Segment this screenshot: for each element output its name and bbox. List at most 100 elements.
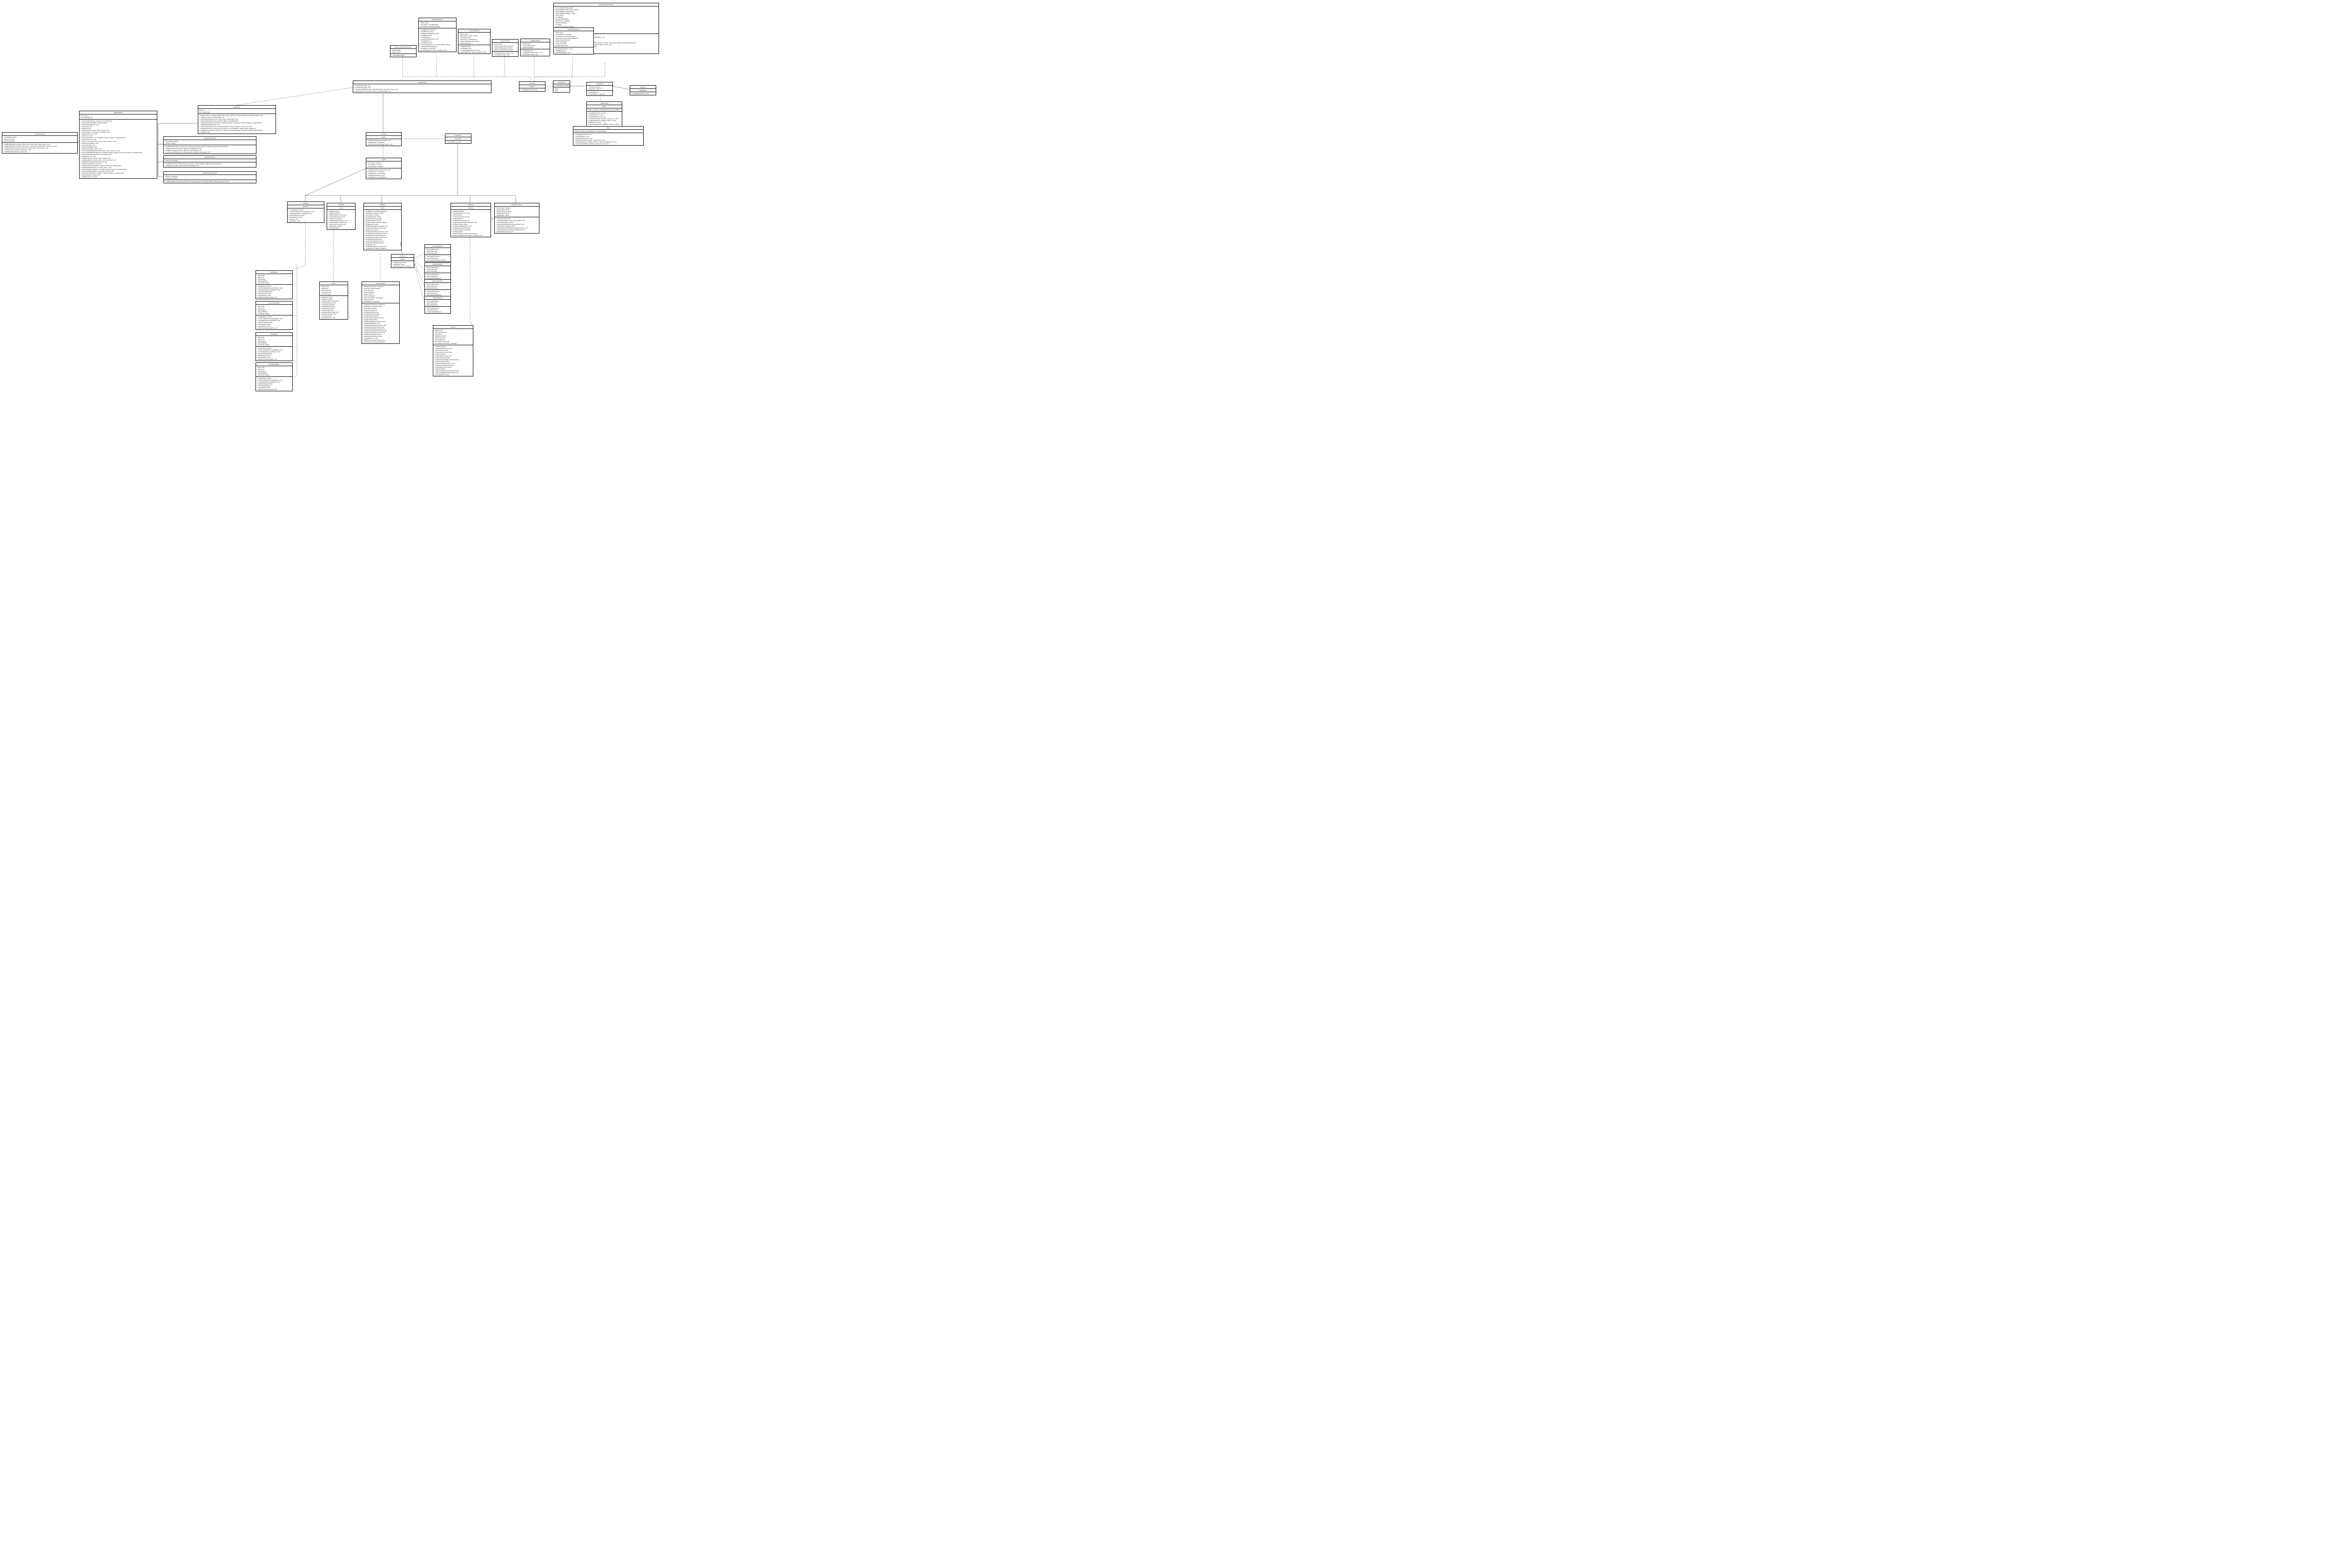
class-fields: - instanceStart: boolean - goingToClass:… (495, 207, 539, 217)
class-title: SingletonPattern (425, 263, 451, 266)
class-Visitor2: Visitor - Map<LookupKey, IVisitorMethod>… (573, 126, 644, 146)
class-fields: - String start - String end - String lab… (256, 274, 292, 285)
class-Method: Method - String name - String accessLeve… (433, 325, 473, 376)
class-methods: + main(String[] args): void + parse(Stri… (353, 84, 491, 93)
class-MethodVisitor: MethodVisitor # api: final int # mv: Met… (79, 111, 157, 179)
class-fields: - currentClass: IClass - classes: String… (164, 140, 256, 145)
class-title: ClassFieldVisitor (164, 156, 256, 159)
stereotype: «interface» (391, 255, 414, 258)
class-BruteForceAdapterDetector: BruteForceAdapterDetector - IModel model… (390, 45, 417, 57)
class-ClassVisitor: ClassVisitor # api: int # cv: ClassVisit… (198, 105, 276, 134)
class-title: CompositeVisitor (458, 29, 490, 33)
class-methods: + String getProperty() + String getLabel… (425, 255, 451, 261)
class-title: InterfaceRelation (256, 363, 292, 366)
class-methods: + visit(int version, int access, String … (198, 114, 276, 134)
class-title: MethodVisitor (80, 111, 157, 114)
class-fields: - currentClass: IClass - classes: String… (2, 136, 77, 143)
class-fields: - String start - String end - String lab… (256, 305, 292, 315)
class-title: IVisitMethod (630, 89, 656, 92)
interface-ITraverser: «interface» ITraverser + accept(Visitor … (445, 134, 471, 144)
class-InterfaceRelation: InterfaceRelation - String start - Strin… (256, 362, 293, 391)
enum-LazyInit: «final enum» LazyInitializationVisitType… (553, 80, 570, 93)
class-methods: + getName():String + setName(String name… (451, 210, 491, 237)
interface-IVisitor: «interface» IVisitor + write(IModel mode… (519, 81, 545, 92)
class-methods: + accept(Visitor v): void (445, 141, 471, 143)
class-title: myMethodVisitor (2, 133, 77, 136)
class-methods: + visitMethod(int access, String name, S… (164, 145, 256, 154)
class-fields: - List<IClass> classes - List<IPattern> … (366, 161, 401, 168)
class-methods: + getProperty(): String + getLabel(): St… (391, 261, 414, 268)
class-title: ClassVisitor (198, 106, 276, 109)
interface-IField: «interface» IField + getDesc():String + … (327, 203, 356, 230)
interface-IModel: «interface» IModel + addClass(IClass cur… (366, 132, 402, 146)
class-ConcreteClass: ConcreteClass - Collection<IMethod> meth… (362, 281, 400, 344)
class-title: IMethod (451, 207, 491, 210)
interface-IVisitMethod: «interface» IVisitMethod + execute(ITrav… (630, 85, 656, 95)
class-title: DecoratorPattern (425, 280, 451, 283)
stereotype: «interface» (630, 86, 656, 89)
class-fields: - String UMLProperty - String UMLLabel -… (425, 283, 451, 290)
class-myMethodVisitor: myMethodVisitor - currentClass: IClass -… (2, 132, 78, 154)
stereotype: «interface» (364, 203, 401, 207)
class-title: MethodContainer (495, 203, 539, 207)
class-fields: - Collection<IMethod> methodList - Colle… (362, 285, 399, 303)
class-methods: + String getProperty() + String getLabel… (425, 290, 451, 296)
class-fields: - String start - String end - String lab… (256, 336, 292, 347)
class-DesignParser: DesignParser + main(String[] args): void… (353, 80, 491, 93)
class-LookupKey: LookupKey - visitType: VisitType - targe… (586, 82, 613, 96)
class-title: ClassDeclarationVisitor (164, 172, 256, 175)
class-methods: + getDesc(): String + getName():String +… (320, 296, 348, 319)
class-Model: Model - List<IClass> classes - List<IPat… (366, 158, 402, 179)
class-title: ClassMethodVisitor (164, 137, 256, 140)
class-methods: + getMethod(): Collection<IMethod> + get… (364, 210, 401, 250)
class-fields: - String UMLProperty - String UMLLabel -… (425, 266, 451, 273)
class-DecoratorDetector: DecoratorDetector - Visitor visitor - Li… (553, 27, 594, 54)
class-methods: + visit(Model):void + visitClass(IModel … (521, 49, 550, 56)
class-title: IField (327, 207, 355, 210)
class-methods: + execute(ITraverser t): void (630, 92, 656, 95)
class-methods: + visitField(int access, String name, St… (164, 162, 256, 167)
interface-IMethod: «interface» IMethod + getName():String +… (451, 203, 491, 237)
class-methods: + preVisit(ITraverser t): void + visit(I… (587, 112, 622, 127)
class-fields: - Visitor visitor - List<IMethod> method… (554, 31, 593, 47)
stereotype: «interface» (519, 82, 545, 85)
class-title: Visitor (587, 105, 622, 108)
interface-IPattern: «interface» IPattern + getProperty(): St… (391, 254, 414, 268)
class-methods: + visit(int version, int access, String … (164, 180, 256, 183)
class-title: SingletonVisitor (492, 40, 518, 43)
class-title: UMLOutputStream (419, 18, 456, 21)
class-methods: + visit(Model):void + visit(IClass): voi… (458, 45, 490, 54)
class-methods: + addClass(IClass currentClass):void + g… (366, 168, 401, 179)
class-methods: + visitAnnotation(String, boolean): Anno… (80, 120, 157, 178)
class-methods: + visitClass(IModel model): void + visit… (492, 52, 518, 56)
class-UMLOutputStream: UMLOutputStream - Visitor visitor - List… (418, 18, 457, 52)
class-title: ExtensionRelation (256, 302, 292, 305)
class-fields: - Parse - Void (553, 87, 570, 92)
class-methods: + preVisit(ITraverser t): void + visit(I… (573, 133, 643, 145)
class-title: IModel (366, 136, 401, 139)
class-title: LazyInitializationVisitType (553, 84, 570, 87)
class-fields: - String name - String desc - String sig… (320, 285, 348, 296)
class-methods: + drawRelation():String + setFromObject(… (256, 285, 292, 299)
stereotype: «interface» (288, 202, 324, 205)
class-methods: + visitMethodInsn(int opcode, String own… (2, 143, 77, 153)
class-methods: + drawRelation(): String + setFromObject… (256, 315, 292, 329)
class-fields: # api: final int # mv: MethodVisitor (80, 114, 157, 120)
class-title: AdapterVisitor (521, 39, 550, 42)
class-title: BruteForceAdapterDetector (390, 46, 416, 49)
class-ClassMethodVisitor: ClassMethodVisitor - currentClass: IClas… (163, 136, 256, 154)
class-DecoratorPattern: DecoratorPattern - String UMLProperty - … (424, 279, 451, 297)
class-fields: - Map<LookupKey, IVisitorMethod> keysToV… (587, 108, 622, 112)
class-title: UseRelation (256, 333, 292, 336)
class-methods: + String getProperty() + String getLabel… (425, 307, 451, 313)
class-methods: + drawRelation():String + setFromObject(… (256, 347, 292, 361)
class-title: AdapterPattern (425, 296, 451, 300)
class-methods: + isInstanceStart(): bool + setInstanceS… (495, 217, 539, 233)
interface-IClass: «interface» IClass + getMethod(): Collec… (363, 203, 402, 250)
class-title: Model (366, 158, 401, 161)
class-fields: - Visitor visitor - Map<String, String> … (458, 33, 490, 45)
class-methods: + getDesc():String + getName():String + … (327, 210, 355, 229)
stereotype: «interface» (366, 133, 401, 136)
class-UseRelation: UseRelation - String start - String end … (256, 332, 293, 361)
class-Visitor: «implements» Visitor - Map<LookupKey, IV… (586, 101, 622, 128)
